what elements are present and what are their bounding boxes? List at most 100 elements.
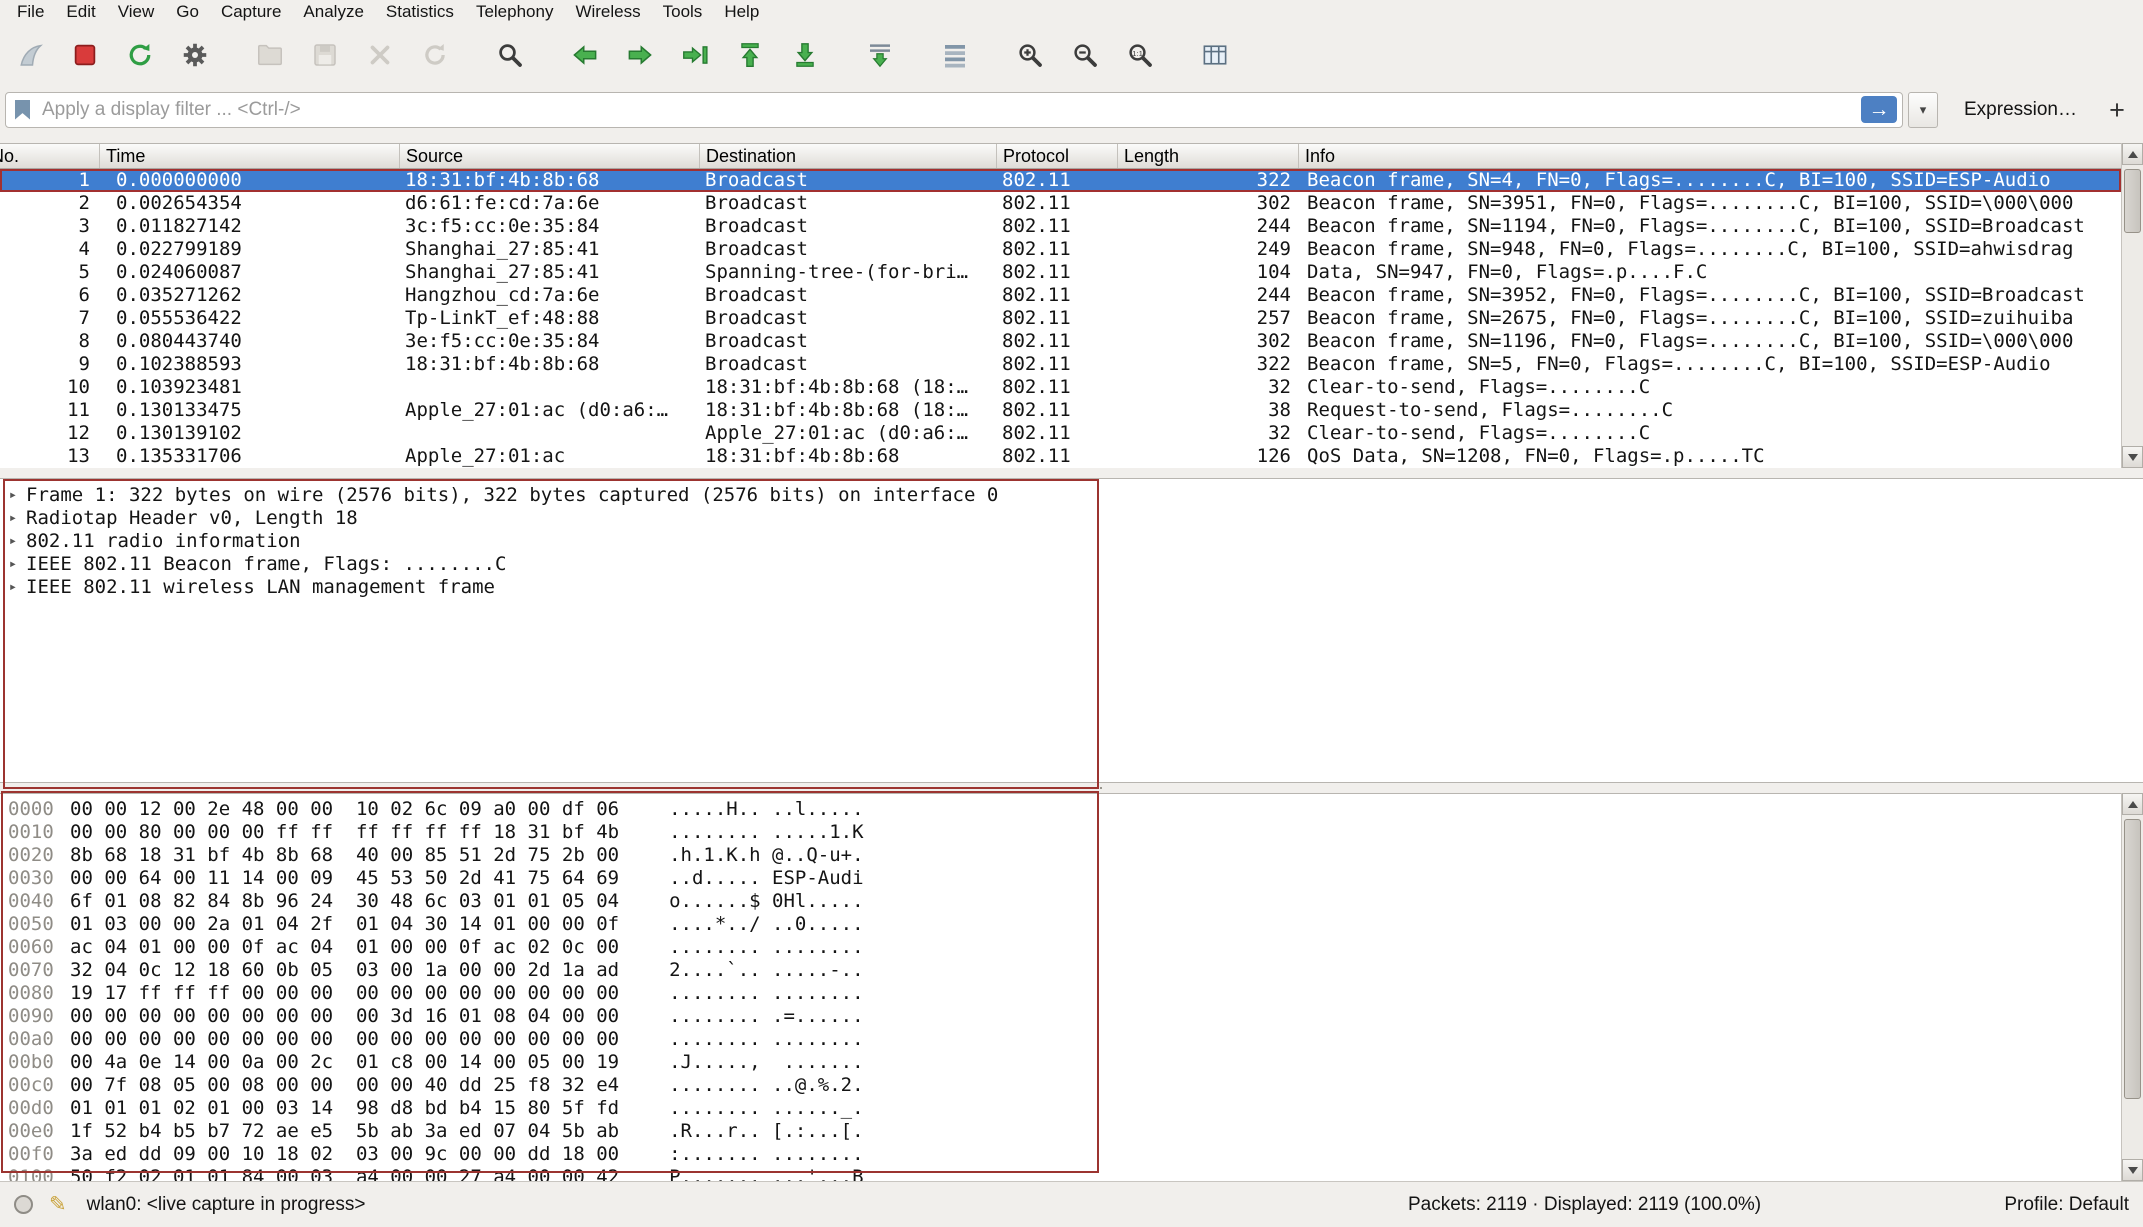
- hex-row-0020[interactable]: 00208b 68 18 31 bf 4b 8b 68 40 00 85 51 …: [0, 844, 2121, 867]
- hex-bytes[interactable]: 50 f2 02 01 01 84 00 03 a4 00 00 27 a4 0…: [70, 1166, 619, 1181]
- hex-ascii[interactable]: ........ ........: [669, 936, 863, 958]
- menu-view[interactable]: View: [107, 0, 166, 24]
- packet-row-4[interactable]: 40.022799189Shanghai_27:85:41Broadcast80…: [0, 238, 2121, 261]
- packet-row-9[interactable]: 90.10238859318:31:bf:4b:8b:68Broadcast80…: [0, 353, 2121, 376]
- hex-ascii[interactable]: ....*../ ..0.....: [669, 913, 863, 935]
- menu-analyze[interactable]: Analyze: [292, 0, 374, 24]
- scroll-down-button[interactable]: [2122, 446, 2143, 468]
- hex-ascii[interactable]: P....... ...'...B: [669, 1166, 863, 1181]
- scroll-up-button[interactable]: [2122, 793, 2143, 815]
- scroll-thumb[interactable]: [2124, 819, 2141, 1099]
- expression-button[interactable]: Expression…: [1964, 99, 2077, 121]
- hex-ascii[interactable]: :....... ........: [669, 1143, 863, 1165]
- hex-ascii[interactable]: ........ ........: [669, 982, 863, 1004]
- hex-row-0070[interactable]: 007032 04 0c 12 18 60 0b 05 03 00 1a 00 …: [0, 959, 2121, 982]
- detail-line-4[interactable]: ▸IEEE 802.11 Beacon frame, Flags: ......…: [0, 553, 2143, 576]
- packet-row-13[interactable]: 130.135331706Apple_27:01:ac18:31:bf:4b:8…: [0, 445, 2121, 468]
- scroll-up-button[interactable]: [2122, 143, 2143, 165]
- hex-bytes[interactable]: 8b 68 18 31 bf 4b 8b 68 40 00 85 51 2d 7…: [70, 844, 619, 866]
- hex-bytes[interactable]: 00 7f 08 05 00 08 00 00 00 00 40 dd 25 f…: [70, 1074, 619, 1096]
- hex-ascii[interactable]: ........ .....1.K: [669, 821, 863, 843]
- hex-row-0090[interactable]: 009000 00 00 00 00 00 00 00 00 3d 16 01 …: [0, 1005, 2121, 1028]
- packet-row-11[interactable]: 110.130133475Apple_27:01:ac (d0:a6:…18:3…: [0, 399, 2121, 422]
- expander-icon[interactable]: ▸: [0, 507, 26, 530]
- menu-file[interactable]: File: [6, 0, 55, 24]
- menu-edit[interactable]: Edit: [55, 0, 106, 24]
- hex-ascii[interactable]: .J....., .......: [669, 1051, 863, 1073]
- zoom-out-button[interactable]: [1063, 33, 1107, 77]
- hex-bytes[interactable]: 32 04 0c 12 18 60 0b 05 03 00 1a 00 00 2…: [70, 959, 619, 981]
- hex-ascii[interactable]: ........ ......_.: [669, 1097, 863, 1119]
- filter-apply-button[interactable]: →: [1861, 96, 1897, 123]
- expander-icon[interactable]: ▸: [0, 484, 26, 507]
- menu-telephony[interactable]: Telephony: [465, 0, 565, 24]
- hex-bytes[interactable]: 00 00 80 00 00 00 ff ff ff ff ff ff 18 3…: [70, 821, 619, 843]
- hex-row-00d0[interactable]: 00d001 01 01 02 01 00 03 14 98 d8 bd b4 …: [0, 1097, 2121, 1120]
- hex-bytes[interactable]: 3a ed dd 09 00 10 18 02 03 00 9c 00 00 d…: [70, 1143, 619, 1165]
- hex-bytes[interactable]: 01 01 01 02 01 00 03 14 98 d8 bd b4 15 8…: [70, 1097, 619, 1119]
- display-filter-input[interactable]: Apply a display filter ... <Ctrl-/> →: [5, 92, 1903, 128]
- hex-row-0080[interactable]: 008019 17 ff ff ff 00 00 00 00 00 00 00 …: [0, 982, 2121, 1005]
- menu-wireless[interactable]: Wireless: [564, 0, 651, 24]
- capture-restart-button[interactable]: [118, 33, 162, 77]
- scroll-down-button[interactable]: [2122, 1159, 2143, 1181]
- menu-capture[interactable]: Capture: [210, 0, 292, 24]
- zoom-in-button[interactable]: [1008, 33, 1052, 77]
- expander-icon[interactable]: ▸: [0, 530, 26, 553]
- splitter-handle-icon[interactable]: [1042, 787, 1102, 789]
- go-forward-button[interactable]: [618, 33, 662, 77]
- hex-ascii[interactable]: o......$ 0Hl.....: [669, 890, 863, 912]
- auto-scroll-button[interactable]: [858, 33, 902, 77]
- profile-label[interactable]: Profile: Default: [2004, 1194, 2129, 1216]
- packet-row-2[interactable]: 20.002654354d6:61:fe:cd:7a:6eBroadcast80…: [0, 192, 2121, 215]
- detail-line-5[interactable]: ▸IEEE 802.11 wireless LAN management fra…: [0, 576, 2143, 599]
- hex-ascii[interactable]: ........ ..@.%.2.: [669, 1074, 863, 1096]
- detail-line-3[interactable]: ▸802.11 radio information: [0, 530, 2143, 553]
- hex-bytes[interactable]: 00 00 00 00 00 00 00 00 00 3d 16 01 08 0…: [70, 1005, 619, 1027]
- hex-ascii[interactable]: ........ .=......: [669, 1005, 863, 1027]
- menu-go[interactable]: Go: [165, 0, 210, 24]
- column-header-source[interactable]: Source: [400, 144, 700, 168]
- expander-icon[interactable]: ▸: [0, 576, 26, 599]
- hex-ascii[interactable]: .....H.. ..l.....: [669, 798, 863, 820]
- capture-options-button[interactable]: [173, 33, 217, 77]
- hex-row-00e0[interactable]: 00e01f 52 b4 b5 b7 72 ae e5 5b ab 3a ed …: [0, 1120, 2121, 1143]
- go-back-button[interactable]: [563, 33, 607, 77]
- hex-row-00b0[interactable]: 00b000 4a 0e 14 00 0a 00 2c 01 c8 00 14 …: [0, 1051, 2121, 1074]
- column-header-protocol[interactable]: Protocol: [997, 144, 1118, 168]
- hex-bytes[interactable]: 01 03 00 00 2a 01 04 2f 01 04 30 14 01 0…: [70, 913, 619, 935]
- packet-row-12[interactable]: 120.130139102Apple_27:01:ac (d0:a6:…802.…: [0, 422, 2121, 445]
- hex-row-0050[interactable]: 005001 03 00 00 2a 01 04 2f 01 04 30 14 …: [0, 913, 2121, 936]
- packet-row-3[interactable]: 30.0118271423c:f5:cc:0e:35:84Broadcast80…: [0, 215, 2121, 238]
- hex-bytes[interactable]: 00 00 12 00 2e 48 00 00 10 02 6c 09 a0 0…: [70, 798, 619, 820]
- packet-row-1[interactable]: 10.00000000018:31:bf:4b:8b:68Broadcast80…: [0, 169, 2121, 192]
- detail-line-1[interactable]: ▸Frame 1: 322 bytes on wire (2576 bits),…: [0, 484, 2143, 507]
- expander-icon[interactable]: ▸: [0, 553, 26, 576]
- hex-row-0060[interactable]: 0060ac 04 01 00 00 0f ac 04 01 00 00 0f …: [0, 936, 2121, 959]
- pane-splitter[interactable]: [0, 783, 2143, 793]
- hex-row-00f0[interactable]: 00f03a ed dd 09 00 10 18 02 03 00 9c 00 …: [0, 1143, 2121, 1166]
- column-header-info[interactable]: Info: [1299, 144, 2121, 168]
- hex-row-00a0[interactable]: 00a000 00 00 00 00 00 00 00 00 00 00 00 …: [0, 1028, 2121, 1051]
- hex-bytes[interactable]: 19 17 ff ff ff 00 00 00 00 00 00 00 00 0…: [70, 982, 619, 1004]
- hex-ascii[interactable]: .R...r.. [.:...[.: [669, 1120, 863, 1142]
- column-header-length[interactable]: Length: [1118, 144, 1299, 168]
- filter-bookmark-icon[interactable]: [15, 100, 30, 120]
- hex-ascii[interactable]: ..d..... ESP-Audi: [669, 867, 863, 889]
- hex-ascii[interactable]: 2....`.. .....-..: [669, 959, 863, 981]
- hex-row-0030[interactable]: 003000 00 64 00 11 14 00 09 45 53 50 2d …: [0, 867, 2121, 890]
- menu-statistics[interactable]: Statistics: [375, 0, 465, 24]
- hex-bytes[interactable]: 1f 52 b4 b5 b7 72 ae e5 5b ab 3a ed 07 0…: [70, 1120, 619, 1142]
- packet-row-5[interactable]: 50.024060087Shanghai_27:85:41Spanning-tr…: [0, 261, 2121, 284]
- hex-bytes[interactable]: 6f 01 08 82 84 8b 96 24 30 48 6c 03 01 0…: [70, 890, 619, 912]
- hex-row-0100[interactable]: 010050 f2 02 01 01 84 00 03 a4 00 00 27 …: [0, 1166, 2121, 1181]
- hex-scrollbar[interactable]: [2121, 793, 2143, 1181]
- scroll-thumb[interactable]: [2124, 169, 2141, 233]
- menu-help[interactable]: Help: [713, 0, 770, 24]
- hex-bytes[interactable]: 00 4a 0e 14 00 0a 00 2c 01 c8 00 14 00 0…: [70, 1051, 619, 1073]
- zoom-original-button[interactable]: 1:1: [1118, 33, 1162, 77]
- menu-tools[interactable]: Tools: [652, 0, 714, 24]
- detail-line-2[interactable]: ▸Radiotap Header v0, Length 18: [0, 507, 2143, 530]
- go-to-packet-button[interactable]: [673, 33, 717, 77]
- expert-info-icon[interactable]: [14, 1195, 33, 1214]
